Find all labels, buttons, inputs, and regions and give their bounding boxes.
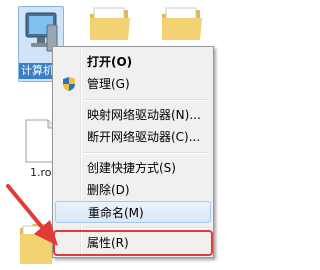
menu-item-open[interactable]: 打开(O) xyxy=(55,51,211,73)
folder-icon[interactable] xyxy=(18,222,54,266)
file-label: 1.ro xyxy=(30,166,52,179)
menu-item-rename[interactable]: 重命名(M) xyxy=(55,201,211,223)
menu-separator xyxy=(83,152,209,154)
context-menu: 打开(O) 管理(G) 映射网络驱动器(N)... 断开网络驱动器(C)... … xyxy=(52,46,214,258)
menu-item-delete[interactable]: 删除(D) xyxy=(55,179,211,201)
menu-item-create-shortcut[interactable]: 创建快捷方式(S) xyxy=(55,157,211,179)
menu-separator xyxy=(83,99,209,101)
menu-item-map-network-drive[interactable]: 映射网络驱动器(N)... xyxy=(55,104,211,126)
menu-item-manage[interactable]: 管理(G) xyxy=(55,73,211,95)
menu-item-disconnect-network-drive[interactable]: 断开网络驱动器(C)... xyxy=(55,126,211,148)
folder-icon[interactable] xyxy=(160,6,204,42)
folder-icon[interactable] xyxy=(88,6,132,42)
menu-item-properties[interactable]: 属性(R) xyxy=(53,230,213,256)
desktop: 计算机 1.ro 打开(O) 管理(G) 映射网络驱动器(N)... 断开网络驱… xyxy=(0,0,214,270)
shield-icon xyxy=(63,77,75,91)
menu-separator xyxy=(83,227,209,229)
